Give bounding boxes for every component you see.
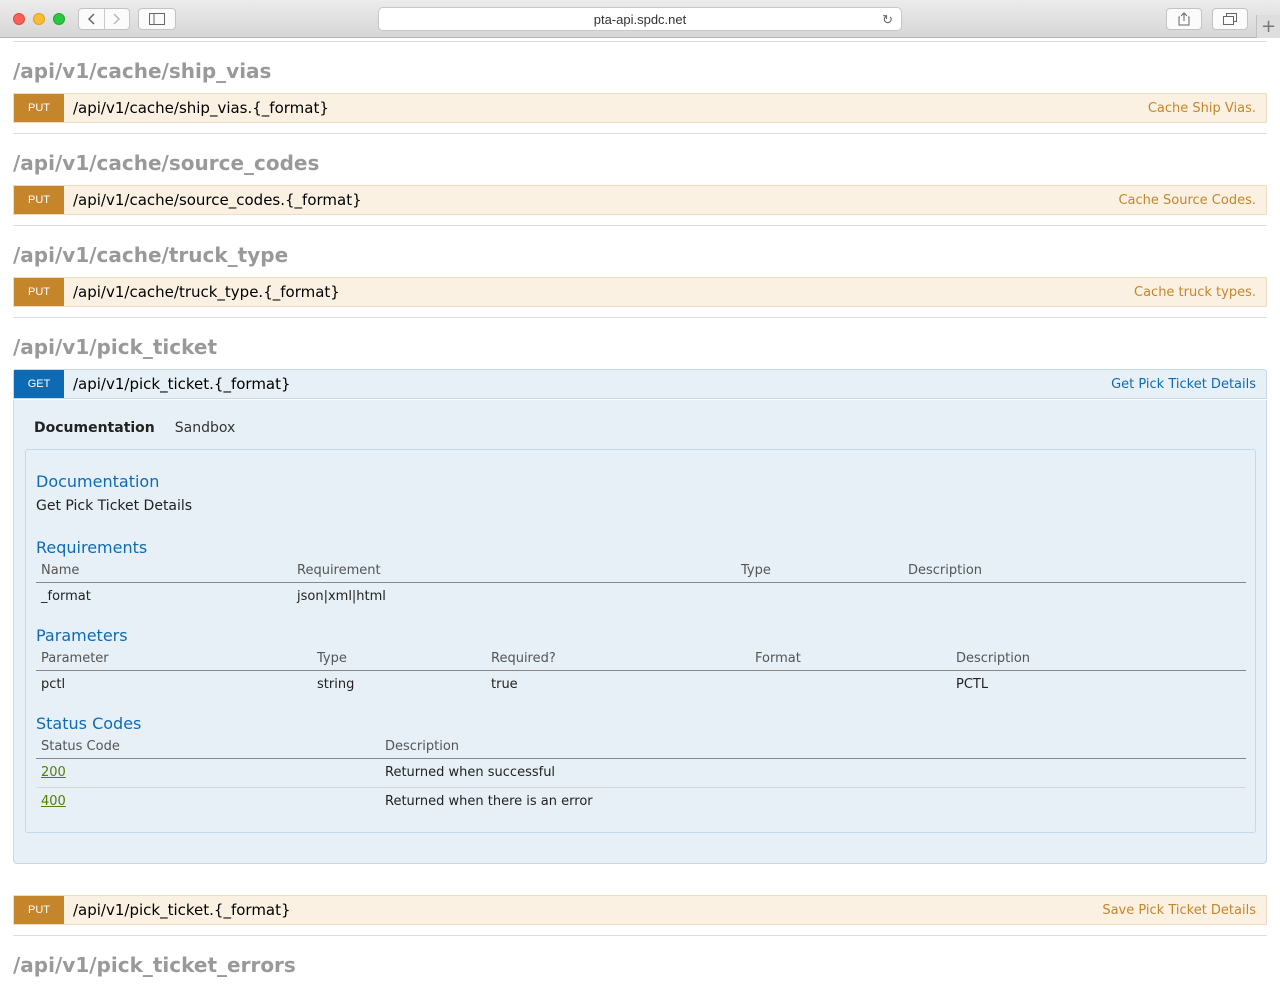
operation-summary[interactable]: Save Pick Ticket Details	[1102, 903, 1256, 918]
method-badge: PUT	[14, 94, 64, 122]
column-header: Parameter	[36, 648, 312, 671]
method-badge: GET	[14, 370, 64, 398]
url-text: pta-api.spdc.net	[593, 11, 687, 27]
api-doc-page: /api/v1/cache/ship_vias PUT /api/v1/cach…	[0, 39, 1280, 987]
status-codes-table: Status Code Description 200 Returned whe…	[36, 736, 1246, 816]
operation-put-ship-vias[interactable]: PUT /api/v1/cache/ship_vias.{_format} Ca…	[13, 93, 1267, 123]
table-cell: PCTL	[956, 676, 989, 692]
tabs-icon	[1223, 13, 1237, 25]
column-header: Description	[951, 648, 1246, 671]
plus-icon: +	[1260, 16, 1277, 37]
operation-details-panel: Documentation Sandbox Documentation Get …	[13, 400, 1267, 864]
parameters-heading: Parameters	[36, 626, 128, 645]
table-cell: string	[317, 676, 355, 692]
operation-put-source-codes[interactable]: PUT /api/v1/cache/source_codes.{_format}…	[13, 185, 1267, 215]
table-header-row: Status Code Description	[36, 736, 1246, 759]
table-cell: _format	[41, 588, 91, 604]
operation-path[interactable]: /api/v1/pick_ticket.{_format}	[73, 375, 291, 393]
reload-icon[interactable]: ↻	[882, 12, 893, 28]
sidebar-toggle-button[interactable]	[138, 8, 176, 30]
operation-path[interactable]: /api/v1/cache/truck_type.{_format}	[73, 283, 340, 301]
documentation-text: Get Pick Ticket Details	[36, 498, 193, 514]
requirements-heading: Requirements	[36, 538, 148, 557]
table-header-row: Parameter Type Required? Format Descript…	[36, 648, 1246, 671]
table-row: 400 Returned when there is an error	[36, 787, 1246, 816]
operation-path[interactable]: /api/v1/cache/source_codes.{_format}	[73, 191, 362, 209]
share-button[interactable]	[1166, 8, 1202, 30]
minimize-window-button[interactable]	[33, 13, 45, 25]
documentation-heading: Documentation	[36, 472, 160, 491]
close-window-button[interactable]	[13, 13, 25, 25]
status-code-link[interactable]: 400	[41, 794, 66, 809]
resource-title[interactable]: /api/v1/cache/source_codes	[13, 151, 319, 175]
table-cell: json|xml|html	[297, 588, 386, 604]
show-tabs-button[interactable]	[1212, 8, 1248, 30]
share-icon	[1178, 12, 1190, 26]
operation-summary[interactable]: Get Pick Ticket Details	[1111, 377, 1256, 392]
resource-title[interactable]: /api/v1/pick_ticket_errors	[13, 953, 296, 977]
table-cell: pctl	[41, 676, 66, 692]
forward-button[interactable]	[103, 9, 130, 29]
browser-toolbar: pta-api.spdc.net ↻ +	[0, 0, 1280, 38]
table-row: _format json|xml|html	[36, 582, 1246, 611]
operation-path[interactable]: /api/v1/cache/ship_vias.{_format}	[73, 99, 329, 117]
resource-title[interactable]: /api/v1/cache/ship_vias	[13, 59, 271, 83]
divider	[13, 133, 1267, 134]
operation-path[interactable]: /api/v1/pick_ticket.{_format}	[73, 901, 291, 919]
resource-title[interactable]: /api/v1/cache/truck_type	[13, 243, 288, 267]
zoom-window-button[interactable]	[53, 13, 65, 25]
back-button[interactable]	[79, 9, 104, 29]
column-header: Format	[750, 648, 951, 671]
tab-sandbox[interactable]: Sandbox	[175, 420, 236, 436]
column-header: Name	[36, 560, 292, 583]
column-header: Type	[736, 560, 903, 583]
method-badge: PUT	[14, 896, 64, 924]
operation-summary[interactable]: Cache Source Codes.	[1118, 193, 1256, 208]
table-cell	[903, 582, 1246, 611]
tab-documentation[interactable]: Documentation	[34, 420, 155, 436]
table-cell: true	[491, 676, 518, 692]
method-badge: PUT	[14, 278, 64, 306]
chevron-left-icon	[88, 13, 95, 25]
method-badge: PUT	[14, 186, 64, 214]
column-header: Status Code	[36, 736, 380, 759]
parameters-table: Parameter Type Required? Format Descript…	[36, 648, 1246, 699]
column-header: Requirement	[292, 560, 736, 583]
table-cell: Returned when successful	[380, 758, 1246, 788]
divider	[13, 225, 1267, 226]
documentation-pane: Documentation Get Pick Ticket Details Re…	[25, 449, 1256, 833]
new-tab-button[interactable]: +	[1256, 15, 1280, 38]
divider	[13, 41, 1267, 42]
column-header: Description	[903, 560, 1246, 583]
operation-summary[interactable]: Cache Ship Vias.	[1148, 101, 1256, 116]
details-tabs: Documentation Sandbox	[34, 420, 235, 436]
operation-put-pick-ticket[interactable]: PUT /api/v1/pick_ticket.{_format} Save P…	[13, 895, 1267, 925]
history-nav	[78, 8, 130, 30]
operation-summary[interactable]: Cache truck types.	[1134, 285, 1256, 300]
table-cell: 400	[36, 787, 380, 816]
column-header: Required?	[486, 648, 750, 671]
sidebar-icon	[149, 13, 165, 25]
table-header-row: Name Requirement Type Description	[36, 560, 1246, 583]
table-row: pctl string true PCTL	[36, 670, 1246, 699]
divider	[13, 935, 1267, 936]
address-bar[interactable]: pta-api.spdc.net ↻	[378, 7, 902, 31]
operation-get-pick-ticket[interactable]: GET /api/v1/pick_ticket.{_format} Get Pi…	[13, 369, 1267, 399]
table-cell	[750, 670, 951, 699]
resource-title[interactable]: /api/v1/pick_ticket	[13, 335, 217, 359]
chevron-right-icon	[113, 13, 120, 25]
column-header: Type	[312, 648, 486, 671]
table-cell: Returned when there is an error	[385, 793, 593, 809]
status-code-link[interactable]: 200	[41, 765, 66, 780]
table-cell	[736, 582, 903, 611]
requirements-table: Name Requirement Type Description _forma…	[36, 560, 1246, 611]
table-row: 200 Returned when successful	[36, 758, 1246, 788]
table-cell: 200	[36, 758, 380, 788]
divider	[13, 317, 1267, 318]
operation-put-truck-type[interactable]: PUT /api/v1/cache/truck_type.{_format} C…	[13, 277, 1267, 307]
column-header: Description	[380, 736, 1246, 759]
status-codes-heading: Status Codes	[36, 714, 142, 733]
